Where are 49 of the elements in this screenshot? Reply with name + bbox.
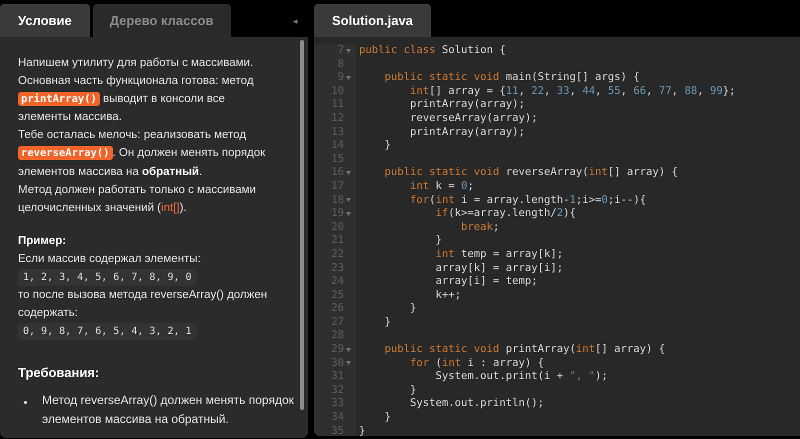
paragraph: Если массив содержал элементы: [18, 252, 202, 267]
fold-arrow-icon[interactable] [346, 171, 351, 176]
requirements-heading: Требования: [18, 364, 100, 382]
paragraph: Напишем утилиту для работы с массивами. Основная часть функционала готова: метод printArray() выводит в консоли все элементы массива. [18, 56, 255, 126]
collapse-button[interactable]: ◂ [293, 4, 308, 37]
code-line: } [409, 384, 416, 398]
code-line: public static void reverseArray(int[] array) { [384, 166, 678, 180]
example-heading: Пример: [18, 234, 68, 249]
code-line: int[] array = {11, 22, 33, 44, 55, 66, 77, 88, 99}; [409, 84, 736, 98]
file-tab[interactable]: Solution.java [314, 4, 431, 37]
fold-arrow-icon[interactable] [346, 348, 351, 352]
code-line: public static void printArray(int[] array) { [384, 343, 666, 357]
code-line: if(k>=array.length/2){ [434, 207, 576, 221]
code-line: break; [460, 220, 500, 234]
fold-arrow-icon[interactable] [346, 48, 351, 53]
code-snippet: 1, 2, 3, 4, 5, 6, 7, 8, 9, 0 [18, 269, 197, 286]
code-line: } [434, 234, 442, 248]
code-line: array[i] = temp; [434, 275, 538, 289]
code-line: } [384, 316, 391, 330]
code-line: System.out.println(); [409, 397, 544, 412]
code-line: } [384, 139, 391, 153]
tab[interactable]: Дерево классов [92, 4, 230, 37]
code-line: } [359, 424, 366, 436]
code-line: } [384, 411, 391, 425]
code-line: public static void main(String[] args) { [384, 71, 640, 85]
code-line: System.out.print(i + ", "); [434, 370, 608, 384]
tab[interactable]: Условие [0, 4, 90, 37]
code-line: k++; [434, 288, 462, 302]
code-line: int k = 0; [409, 180, 474, 194]
code-line: } [409, 302, 416, 316]
code-line: public class Solution { [359, 44, 506, 58]
paragraph: Тебе осталась мелочь: реализовать метод reverseArray() . Он должен менять порядок элементов массива на обратный. [18, 128, 266, 180]
code-line: reverseArray(array); [409, 112, 538, 126]
code-line: for(int i = array.length-1;i>=0;i--){ [409, 194, 646, 208]
fold-arrow-icon[interactable] [346, 212, 351, 216]
scrollbar[interactable] [300, 40, 304, 410]
code-line: for (int i : array) { [409, 356, 544, 370]
code-line: array[k] = array[i]; [434, 262, 564, 276]
code-snippet: 0, 9, 8, 7, 6, 5, 4, 3, 2, 1 [18, 323, 197, 340]
paragraph: Метод должен работать только с массивами целочисленных значений (int[]). [18, 182, 257, 216]
code-line: printArray(array); [409, 98, 525, 112]
paragraph: то после вызова метода reverseArray() должен содержать: [18, 288, 268, 322]
requirement-text: Метод reverseArray() должен менять порядок элементов массива на обратный. [42, 392, 295, 428]
fold-arrow-icon[interactable] [346, 361, 351, 366]
bullet-icon [24, 400, 27, 404]
code-line: printArray(array); [409, 126, 525, 140]
fold-arrow-icon[interactable] [346, 76, 351, 80]
code-line: int temp = array[k]; [434, 248, 564, 262]
fold-arrow-icon[interactable] [346, 198, 351, 202]
